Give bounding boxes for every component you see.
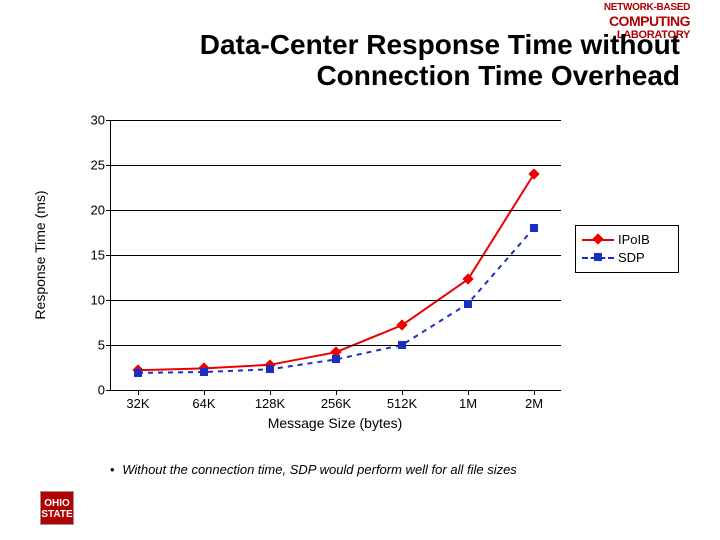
- x-tick-label: 1M: [459, 396, 477, 411]
- osu-line1: OHIO: [41, 498, 73, 509]
- plot-area: 05101520253032K64K128K256K512K1M2M: [110, 120, 561, 391]
- footnote-text: Without the connection time, SDP would p…: [122, 462, 517, 477]
- legend-item-sdp: SDP: [582, 248, 672, 266]
- legend-swatch-sdp: [582, 250, 614, 264]
- y-tick-label: 25: [91, 158, 105, 173]
- x-tick: [534, 390, 535, 395]
- legend-item-ipoib: IPoIB: [582, 230, 672, 248]
- x-axis-label: Message Size (bytes): [110, 415, 560, 431]
- title-line-1: Data-Center Response Time without: [200, 29, 680, 60]
- grid-line: [111, 300, 561, 301]
- x-tick-label: 2M: [525, 396, 543, 411]
- ohio-state-logo: OHIO STATE: [40, 491, 74, 525]
- slide: NETWORK-BASED COMPUTING LABORATORY Data-…: [0, 0, 720, 540]
- x-tick: [336, 390, 337, 395]
- marker-sdp: [332, 355, 340, 363]
- y-tick-label: 10: [91, 293, 105, 308]
- x-tick: [204, 390, 205, 395]
- x-tick-label: 64K: [192, 396, 215, 411]
- marker-sdp: [266, 365, 274, 373]
- bullet-icon: •: [110, 462, 115, 477]
- marker-sdp: [530, 224, 538, 232]
- x-tick-label: 256K: [321, 396, 351, 411]
- x-tick: [270, 390, 271, 395]
- x-tick-label: 32K: [126, 396, 149, 411]
- legend-label-ipoib: IPoIB: [618, 232, 650, 247]
- legend: IPoIB SDP: [575, 225, 679, 273]
- lab-logo-line2: COMPUTING: [604, 13, 690, 29]
- y-tick: [106, 210, 111, 211]
- marker-sdp: [134, 369, 142, 377]
- grid-line: [111, 165, 561, 166]
- page-title: Data-Center Response Time without Connec…: [0, 30, 680, 92]
- y-tick-label: 5: [98, 338, 105, 353]
- lab-logo-line1: NETWORK-BASED: [604, 2, 690, 13]
- y-tick: [106, 390, 111, 391]
- legend-swatch-ipoib: [582, 232, 614, 246]
- title-line-2: Connection Time Overhead: [316, 60, 680, 91]
- x-tick-label: 128K: [255, 396, 285, 411]
- y-tick: [106, 120, 111, 121]
- y-tick-label: 30: [91, 113, 105, 128]
- series-line-ipoib: [138, 174, 534, 370]
- y-tick: [106, 165, 111, 166]
- x-tick: [138, 390, 139, 395]
- marker-sdp: [398, 341, 406, 349]
- y-tick: [106, 255, 111, 256]
- x-tick-label: 512K: [387, 396, 417, 411]
- marker-sdp: [200, 368, 208, 376]
- y-tick-label: 20: [91, 203, 105, 218]
- grid-line: [111, 255, 561, 256]
- footnote: • Without the connection time, SDP would…: [110, 462, 517, 477]
- grid-line: [111, 120, 561, 121]
- osu-line2: STATE: [41, 509, 73, 520]
- marker-sdp: [464, 300, 472, 308]
- chart: Response Time (ms) Message Size (bytes) …: [50, 110, 670, 440]
- y-tick-label: 0: [98, 383, 105, 398]
- y-tick: [106, 300, 111, 301]
- x-tick: [402, 390, 403, 395]
- y-axis-label: Response Time (ms): [32, 190, 48, 319]
- grid-line: [111, 210, 561, 211]
- y-tick: [106, 345, 111, 346]
- y-tick-label: 15: [91, 248, 105, 263]
- x-tick: [468, 390, 469, 395]
- legend-label-sdp: SDP: [618, 250, 645, 265]
